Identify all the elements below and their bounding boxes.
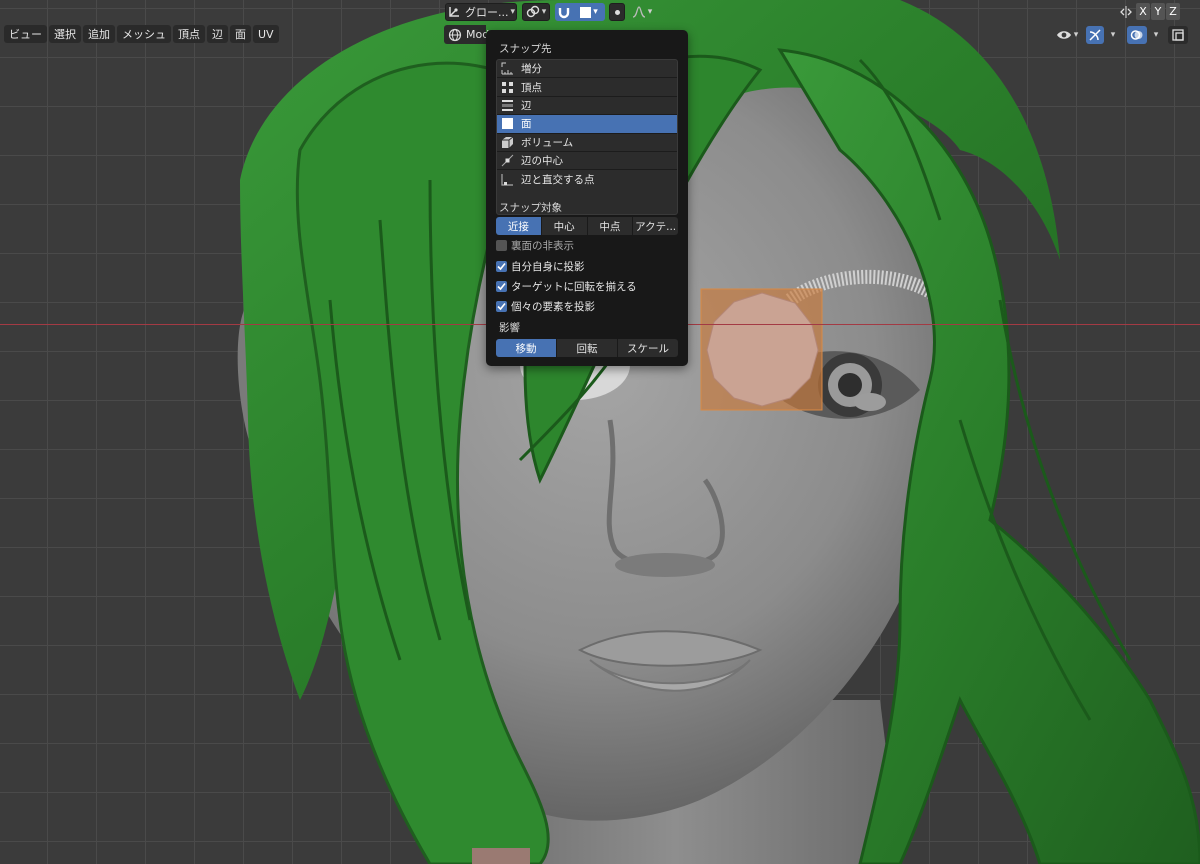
affect-selector: 移動 回転 スケール — [496, 339, 678, 357]
snap-element-label: 辺と直交する点 — [521, 174, 595, 187]
checkbox[interactable] — [496, 239, 507, 251]
gizmo-dropdown[interactable]: ▾ — [1104, 26, 1120, 44]
overlays-icon — [1130, 28, 1144, 42]
menu-view[interactable]: ビュー — [4, 25, 47, 43]
gizmo-toggle[interactable] — [1086, 26, 1104, 44]
chevron-down-icon: ▾ — [510, 7, 516, 17]
proportional-editing-icon — [614, 9, 620, 15]
pivot-icon — [526, 5, 540, 19]
editor-menu-bar: ビュー 選択 追加 メッシュ 頂点 辺 面 UV — [4, 25, 281, 45]
option-label: 個々の要素を投影 — [511, 300, 595, 313]
snap-element-dropdown[interactable]: ▾ — [573, 3, 605, 21]
checkbox[interactable] — [496, 300, 507, 312]
chevron-down-icon: ▾ — [647, 7, 653, 17]
falloff-curve-icon — [632, 5, 646, 19]
chevron-down-icon: ▾ — [1110, 30, 1116, 40]
snap-element-list: 増分 頂点 辺 面 ボリューム 辺の中心 辺と直交する点 — [496, 59, 678, 215]
menu-add[interactable]: 追加 — [83, 25, 115, 43]
face-icon — [500, 117, 514, 131]
vertex-icon — [500, 80, 514, 94]
chevron-down-icon: ▾ — [541, 7, 547, 17]
pivot-point-dropdown[interactable]: ▾ — [522, 3, 550, 21]
proportional-editing-toggle[interactable] — [609, 3, 625, 21]
mirror-y-toggle[interactable]: Y — [1151, 3, 1165, 20]
affect-move[interactable]: 移動 — [496, 339, 557, 357]
gizmo-icon — [1088, 28, 1102, 42]
snap-element-edge-center[interactable]: 辺の中心 — [497, 152, 677, 171]
menu-uv[interactable]: UV — [253, 25, 279, 43]
snap-element-edge-perpendicular[interactable]: 辺と直交する点 — [497, 170, 677, 188]
menu-select[interactable]: 選択 — [49, 25, 81, 43]
snap-with-selector: 近接 中心 中点 アクテ... — [496, 217, 678, 235]
menu-edge[interactable]: 辺 — [207, 25, 228, 43]
face-snap-icon — [580, 6, 592, 18]
snap-element-face[interactable]: 面 — [497, 115, 677, 134]
snap-element-volume[interactable]: ボリューム — [497, 134, 677, 152]
mirror-z-toggle[interactable]: Z — [1166, 3, 1180, 20]
affect-rotate[interactable]: 回転 — [557, 339, 618, 357]
snap-toggle-button[interactable] — [555, 3, 573, 21]
menu-face[interactable]: 面 — [230, 25, 251, 43]
checkbox[interactable] — [496, 260, 507, 272]
snap-to-heading: スナップ先 — [499, 43, 552, 55]
menu-vertex[interactable]: 頂点 — [173, 25, 205, 43]
chevron-down-icon: ▾ — [1153, 30, 1159, 40]
xray-icon — [1171, 28, 1185, 42]
volume-icon — [500, 135, 514, 149]
snap-element-label: 辺の中心 — [521, 155, 563, 168]
snap-with-center[interactable]: 中心 — [541, 217, 588, 235]
chevron-down-icon: ▾ — [593, 7, 598, 17]
snap-element-label: 増分 — [521, 63, 542, 76]
menu-mesh[interactable]: メッシュ — [117, 25, 171, 43]
snap-with-median[interactable]: 中点 — [587, 217, 634, 235]
option-label: 自分自身に投影 — [511, 260, 585, 273]
snap-element-label: 面 — [521, 118, 532, 131]
snap-settings-popover: スナップ先 増分 頂点 辺 面 ボリューム 辺の中心 辺と直交する点 スナップ対… — [486, 30, 688, 366]
orientation-label: グロー... — [464, 6, 509, 19]
overlays-toggle[interactable] — [1127, 26, 1147, 44]
edge-center-icon — [500, 154, 514, 168]
snap-element-edge[interactable]: 辺 — [497, 97, 677, 116]
option-label: 裏面の非表示 — [511, 239, 574, 252]
snap-element-label: ボリューム — [521, 136, 574, 149]
snap-with-heading: スナップ対象 — [499, 202, 562, 214]
visibility-dropdown[interactable]: ▾ — [1053, 26, 1081, 44]
checkbox[interactable] — [496, 280, 507, 292]
backface-culling-option[interactable]: 裏面の非表示 — [496, 237, 574, 253]
snap-element-increment[interactable]: 増分 — [497, 60, 677, 79]
xray-toggle[interactable] — [1168, 26, 1188, 44]
affect-heading: 影響 — [499, 322, 520, 334]
snap-with-closest[interactable]: 近接 — [496, 217, 542, 235]
project-individual-elements-option[interactable]: 個々の要素を投影 — [496, 298, 595, 314]
chevron-down-icon: ▾ — [1073, 30, 1079, 40]
snap-with-active[interactable]: アクテ... — [633, 217, 678, 235]
magnet-icon — [557, 5, 571, 19]
mirror-x-toggle[interactable]: X — [1136, 3, 1150, 20]
eye-icon — [1056, 28, 1072, 42]
transform-orientation-dropdown[interactable]: グロー... ▾ — [445, 3, 517, 21]
edge-perpendicular-icon — [500, 173, 514, 187]
affect-scale[interactable]: スケール — [618, 339, 678, 357]
edge-icon — [500, 98, 514, 112]
option-label: ターゲットに回転を揃える — [511, 280, 637, 293]
orientation-icon — [447, 5, 461, 19]
overlays-dropdown[interactable]: ▾ — [1147, 26, 1163, 44]
snap-element-label: 辺 — [521, 99, 532, 112]
snap-element-vertex[interactable]: 頂点 — [497, 78, 677, 97]
globe-icon — [448, 28, 462, 42]
project-onto-self-option[interactable]: 自分自身に投影 — [496, 258, 585, 274]
align-rotation-option[interactable]: ターゲットに回転を揃える — [496, 278, 637, 294]
mirror-icon[interactable] — [1118, 3, 1134, 21]
falloff-dropdown[interactable]: ▾ — [627, 3, 657, 21]
increment-icon — [500, 62, 514, 76]
snap-element-label: 頂点 — [521, 81, 542, 94]
mode-dropdown[interactable]: Mod — [444, 25, 489, 44]
